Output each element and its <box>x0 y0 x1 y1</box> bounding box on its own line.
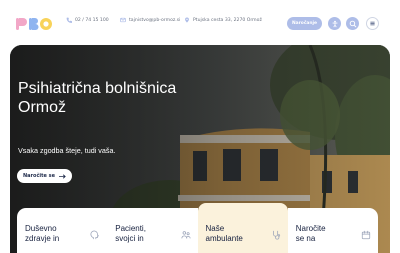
card-pacienti-svojci[interactable]: Pacienti, svojci in <box>107 208 198 253</box>
phone-text: 02 / 74 15 100 <box>75 17 109 23</box>
location-pin-icon <box>185 17 189 23</box>
email-link[interactable]: tajnistvo@pb-ormoz.si <box>120 15 180 25</box>
address-text: Ptujska cesta 33, 2270 Ormož <box>193 17 262 23</box>
search-button[interactable] <box>346 17 359 30</box>
mail-icon <box>120 17 126 23</box>
card-dusevno-zdravje[interactable]: Duševno zdravje in <box>17 208 108 253</box>
site-header: 02 / 74 15 100 tajnistvo@pb-ormoz.si Ptu… <box>0 0 400 46</box>
phone-icon <box>66 17 72 23</box>
menu-button[interactable] <box>366 17 379 30</box>
accessibility-button[interactable] <box>328 17 341 30</box>
arrow-right-icon <box>59 173 66 179</box>
phone-link[interactable]: 02 / 74 15 100 <box>66 15 109 25</box>
address-link[interactable]: Ptujska cesta 33, 2270 Ormož <box>184 15 262 25</box>
hero-title-line2: Ormož <box>18 99 66 116</box>
logo[interactable] <box>16 17 52 31</box>
quick-links: Duševno zdravje in Pacienti, svojci in N… <box>17 203 378 253</box>
naroci-se-button[interactable]: Naročite se <box>17 169 72 183</box>
search-icon <box>349 20 356 27</box>
email-text: tajnistvo@pb-ormoz.si <box>129 17 181 23</box>
menu-icon <box>370 21 375 26</box>
stethoscope-icon <box>272 230 280 240</box>
people-icon <box>180 231 191 239</box>
narocanje-button[interactable]: Naročanje <box>287 17 322 30</box>
card-nase-ambulante[interactable]: Naše ambulante <box>197 203 288 253</box>
naroci-se-label: Naročite se <box>22 173 56 179</box>
narocanje-label: Naročanje <box>292 21 317 26</box>
hero-subtitle: Vsaka zgodba šteje, tudi vaša. <box>18 146 116 155</box>
accessibility-icon <box>332 20 337 27</box>
card-narocite-se[interactable]: Naročite se na <box>287 208 378 253</box>
head-icon <box>90 230 100 240</box>
calendar-icon <box>361 230 371 240</box>
hero-title: Psihiatrična bolnišnica Ormož <box>18 79 176 117</box>
hero-title-line1: Psihiatrična bolnišnica <box>18 80 177 97</box>
